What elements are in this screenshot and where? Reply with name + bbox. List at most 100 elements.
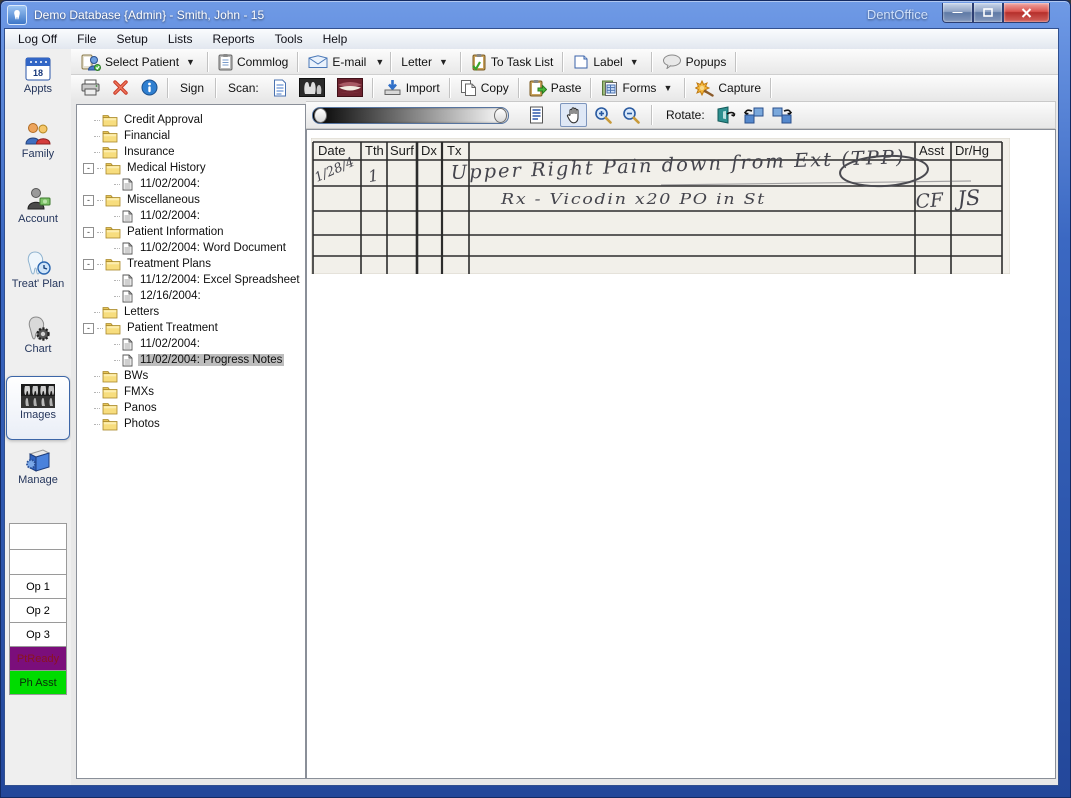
forms-dropdown[interactable]: ▼ [660,83,675,93]
info-button[interactable] [135,76,164,99]
contrast-slider-right-handle[interactable] [494,108,507,123]
import-button[interactable]: Import [377,76,446,99]
sidebar-item-family[interactable]: Family [7,114,69,179]
close-button[interactable] [1003,3,1050,23]
brand-label: DentOffice [867,7,928,22]
popups-button[interactable]: Popups [656,50,733,73]
commlog-button[interactable]: Commlog [212,50,294,73]
letter-dropdown[interactable]: ▼ [436,57,451,67]
sidebar-item-chart[interactable]: Chart [7,309,69,374]
menu-help[interactable]: Help [313,30,358,48]
collapse-toggle[interactable]: - [83,163,94,174]
forms-button[interactable]: Forms ▼ [595,76,681,99]
minimize-button[interactable]: — [942,3,973,23]
copy-button[interactable]: Copy [454,76,515,99]
pan-tool-button[interactable] [560,103,587,127]
maximize-button[interactable] [973,3,1003,23]
contrast-slider[interactable] [312,107,509,124]
tree-item[interactable]: -Medical History [77,160,305,176]
sidebar-item-label: Account [18,213,58,225]
sidebar-item-manage[interactable]: Manage [7,440,69,505]
tree-item[interactable]: Credit Approval [77,112,305,128]
menu-reports[interactable]: Reports [203,30,265,48]
label-button[interactable]: Label ▼ [567,50,647,73]
sidebar-item-images[interactable]: Images [6,376,70,440]
tree-item[interactable]: Panos [77,400,305,416]
letter-button[interactable]: Letter ▼ [395,50,457,73]
menu-tools[interactable]: Tools [265,30,313,48]
image-display-panel[interactable]: Date Tth Surf Dx Tx Asst Dr/Hg 1/28/4 [306,129,1056,779]
tree-item[interactable]: 11/02/2004: Word Document [77,240,305,256]
label-dropdown[interactable]: ▼ [627,57,642,67]
rotate-left-icon [743,105,765,125]
collapse-toggle[interactable]: - [83,195,94,206]
title-bar[interactable]: Demo Database {Admin} - Smith, John - 15… [7,3,1058,27]
operatory-box-empty[interactable] [9,523,67,550]
menu-log-off[interactable]: Log Off [5,30,67,48]
zoom-in-button[interactable] [590,104,615,126]
select-patient-dropdown[interactable]: ▼ [183,57,198,67]
menu-file[interactable]: File [67,30,106,48]
operatory-op3[interactable]: Op 3 [9,622,67,647]
scan-document-button[interactable] [267,76,293,99]
tree-item[interactable]: -Patient Treatment [77,320,305,336]
tree-item[interactable]: Letters [77,304,305,320]
sidebar-item-account[interactable]: Account [7,179,69,244]
tree-item[interactable]: 11/02/2004: [77,336,305,352]
email-dropdown[interactable]: ▼ [372,57,387,67]
sidebar-item-appts[interactable]: 18 Appts [7,49,69,114]
tree-item[interactable]: Insurance [77,144,305,160]
status-ptready[interactable]: PtReady [9,646,67,671]
to-task-list-button[interactable]: To Task List [465,50,559,73]
manage-book-icon [7,446,69,474]
operatory-op2[interactable]: Op 2 [9,598,67,623]
folder-icon [105,162,121,175]
tree-item[interactable]: -Patient Information [77,224,305,240]
tree-item[interactable]: Financial [77,128,305,144]
operatory-box-empty[interactable] [9,549,67,575]
tree-item[interactable]: FMXs [77,384,305,400]
rotate-flip-button[interactable] [714,104,739,126]
scan-photo-button[interactable] [331,76,369,99]
menu-setup[interactable]: Setup [106,30,157,48]
tree-item[interactable]: -Miscellaneous [77,192,305,208]
email-button[interactable]: E-mail [302,50,372,73]
folder-icon [102,386,118,399]
collapse-toggle[interactable]: - [83,323,94,334]
operatory-op1[interactable]: Op 1 [9,574,67,599]
scan-col-asst: Asst [919,143,945,158]
capture-button[interactable]: Capture [689,76,767,99]
rotate-left-button[interactable] [742,104,767,126]
sign-button[interactable]: Sign [172,76,212,99]
tree-item[interactable]: Photos [77,416,305,432]
scan-xray-button[interactable] [293,76,331,99]
task-list-icon [471,53,487,71]
tree-item[interactable]: 11/02/2004: [77,208,305,224]
sidebar-item-treatplan[interactable]: Treat' Plan [7,244,69,309]
print-button[interactable] [75,76,106,99]
delete-button[interactable] [106,76,135,99]
collapse-toggle[interactable]: - [83,259,94,270]
folder-icon [105,258,121,271]
tree-item[interactable]: -Treatment Plans [77,256,305,272]
paste-button[interactable]: Paste [523,76,588,99]
contrast-slider-left-handle[interactable] [314,108,327,123]
tree-item[interactable]: BWs [77,368,305,384]
menu-lists[interactable]: Lists [158,30,203,48]
commlog-icon [218,53,233,71]
zoom-out-button[interactable] [618,104,643,126]
rotate-right-button[interactable] [770,104,795,126]
tree-item[interactable]: 11/12/2004: Excel Spreadsheet [77,272,305,288]
status-ph-asst[interactable]: Ph Asst [9,670,67,695]
folder-icon [102,130,118,143]
tree-item[interactable]: 11/02/2004: [77,176,305,192]
scanned-progress-note[interactable]: Date Tth Surf Dx Tx Asst Dr/Hg 1/28/4 [311,138,1010,274]
tree-item[interactable]: 12/16/2004: [77,288,305,304]
folder-icon [102,370,118,383]
fit-page-button[interactable] [524,104,549,126]
select-patient-button[interactable]: Select Patient ▼ [75,50,204,73]
collapse-toggle[interactable]: - [83,227,94,238]
folder-icon [105,322,121,335]
tree-item-selected[interactable]: 11/02/2004: Progress Notes [77,352,305,368]
image-toolbar: Sign Scan: Import [71,75,1058,101]
